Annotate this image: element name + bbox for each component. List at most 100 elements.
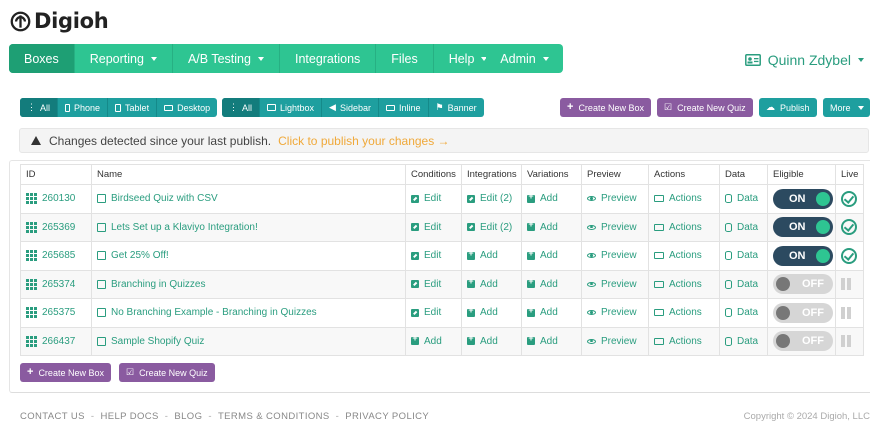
box-name-link[interactable]: Lets Set up a Klaviyo Integration! (97, 222, 405, 233)
device-filter-group: ⋮ All Phone Tablet Desktop (20, 98, 218, 117)
conditions-link[interactable]: Edit (411, 250, 461, 261)
box-id-link[interactable]: 260130 (26, 193, 91, 205)
variations-label: Add (540, 250, 558, 262)
conditions-link[interactable]: Edit (411, 279, 461, 290)
box-id-link[interactable]: 265685 (26, 250, 91, 262)
actions-label: Actions (669, 221, 702, 233)
eligible-toggle[interactable]: OFF (773, 302, 833, 323)
user-menu[interactable]: Quinn Zdybel (744, 52, 864, 68)
preview-link[interactable]: Preview (587, 193, 648, 204)
data-link[interactable]: Data (725, 193, 767, 204)
cell-data: Data (719, 241, 768, 271)
desktop-icon (164, 104, 174, 111)
digioh-logo[interactable]: Digioh (10, 9, 109, 33)
variations-link[interactable]: Add (527, 192, 581, 204)
actions-link[interactable]: Actions (654, 250, 719, 261)
nav-reporting[interactable]: Reporting (75, 44, 173, 73)
cell-live (835, 326, 864, 356)
nav-files[interactable]: Files (376, 44, 434, 73)
eligible-toggle[interactable]: ON (773, 245, 833, 266)
type-filter-inline[interactable]: Inline (379, 98, 429, 117)
actions-link[interactable]: Actions (654, 279, 719, 290)
variations-link[interactable]: Add (527, 220, 581, 233)
integrations-link[interactable]: Add (467, 277, 521, 290)
header-id[interactable]: ID (20, 164, 92, 185)
conditions-link[interactable]: Edit (411, 307, 461, 318)
edit-icon (411, 280, 419, 289)
device-filter-phone[interactable]: Phone (58, 98, 109, 117)
footer-contact-us[interactable]: CONTACT US (20, 411, 85, 422)
create-new-quiz-button-bottom[interactable]: ☑ Create New Quiz (119, 363, 215, 382)
box-name-link[interactable]: Branching in Quizzes (97, 279, 405, 290)
integrations-link[interactable]: Edit (2) (467, 222, 521, 233)
box-name-link[interactable]: Sample Shopify Quiz (97, 336, 405, 347)
preview-link[interactable]: Preview (587, 307, 648, 318)
eligible-toggle[interactable]: ON (773, 188, 833, 209)
box-id-link[interactable]: 265369 (26, 221, 91, 233)
box-id-link[interactable]: 265374 (26, 278, 91, 290)
preview-link[interactable]: Preview (587, 250, 648, 261)
type-filter-all[interactable]: ⋮ All (222, 98, 261, 117)
data-link[interactable]: Data (725, 222, 767, 233)
conditions-label: Edit (424, 250, 442, 262)
footer-blog[interactable]: BLOG (174, 411, 202, 422)
data-link[interactable]: Data (725, 307, 767, 318)
box-id-link[interactable]: 265375 (26, 307, 91, 319)
more-button[interactable]: More (823, 98, 870, 117)
eligible-toggle[interactable]: OFF (773, 331, 833, 352)
actions-link[interactable]: Actions (654, 222, 719, 233)
eligible-toggle[interactable]: OFF (773, 274, 833, 295)
type-filter-lightbox[interactable]: Lightbox (260, 98, 323, 117)
create-new-quiz-button[interactable]: ☑ Create New Quiz (657, 98, 753, 117)
box-name-link[interactable]: Get 25% Off! (97, 250, 405, 261)
device-filter-tablet[interactable]: Tablet (108, 98, 158, 117)
actions-link[interactable]: Actions (654, 307, 719, 318)
variations-link[interactable]: Add (527, 306, 581, 318)
box-id-link[interactable]: 266437 (26, 335, 91, 347)
box-name-link[interactable]: Birdseed Quiz with CSV (97, 193, 405, 204)
eligible-state: OFF (802, 335, 824, 348)
integrations-link[interactable]: Edit (2) (467, 193, 521, 204)
cell-name: Get 25% Off! (91, 241, 406, 271)
data-link[interactable]: Data (725, 250, 767, 261)
conditions-link[interactable]: Edit (411, 193, 461, 204)
actions-link[interactable]: Actions (654, 193, 719, 204)
integrations-link[interactable]: Add (467, 334, 521, 347)
create-new-box-button[interactable]: + Create New Box (560, 98, 651, 117)
publish-button[interactable]: ☁ Publish (759, 98, 817, 117)
publish-changes-link[interactable]: Click to publish your changes → (278, 134, 449, 148)
nav-ab-testing[interactable]: A/B Testing (173, 44, 280, 73)
variations-link[interactable]: Add (527, 277, 581, 290)
integrations-link[interactable]: Add (467, 249, 521, 261)
preview-link[interactable]: Preview (587, 279, 648, 290)
footer-help-docs[interactable]: HELP DOCS (100, 411, 158, 422)
nav-admin[interactable]: Admin (486, 44, 563, 73)
data-link[interactable]: Data (725, 279, 767, 290)
chevron-down-icon (858, 58, 864, 62)
footer-privacy[interactable]: PRIVACY POLICY (345, 411, 429, 422)
create-new-box-button-bottom[interactable]: + Create New Box (20, 363, 111, 382)
type-filter-banner[interactable]: ⚑ Banner (429, 98, 484, 117)
header-name[interactable]: Name (91, 164, 406, 185)
conditions-link[interactable]: Add (411, 334, 461, 347)
conditions-link[interactable]: Edit (411, 222, 461, 233)
nav-boxes[interactable]: Boxes (9, 44, 75, 73)
add-icon (467, 334, 475, 346)
footer-terms[interactable]: TERMS & CONDITIONS (218, 411, 330, 422)
cell-eligible: ON (767, 241, 836, 271)
preview-link[interactable]: Preview (587, 336, 648, 347)
box-name-link[interactable]: No Branching Example - Branching in Quiz… (97, 307, 405, 318)
variations-link[interactable]: Add (527, 249, 581, 262)
data-link[interactable]: Data (725, 336, 767, 347)
integrations-link[interactable]: Add (467, 306, 521, 318)
type-filter-sidebar[interactable]: ◀︎ Sidebar (322, 98, 379, 117)
nav-reporting-label: Reporting (89, 51, 144, 66)
device-filter-desktop[interactable]: Desktop (157, 98, 217, 117)
preview-link[interactable]: Preview (587, 222, 648, 233)
device-filter-all[interactable]: ⋮ All (20, 98, 59, 117)
eligible-toggle[interactable]: ON (773, 217, 833, 238)
nav-integrations[interactable]: Integrations (280, 44, 377, 73)
actions-link[interactable]: Actions (654, 336, 719, 347)
variations-link[interactable]: Add (527, 334, 581, 347)
footer-separator: - (208, 411, 212, 422)
